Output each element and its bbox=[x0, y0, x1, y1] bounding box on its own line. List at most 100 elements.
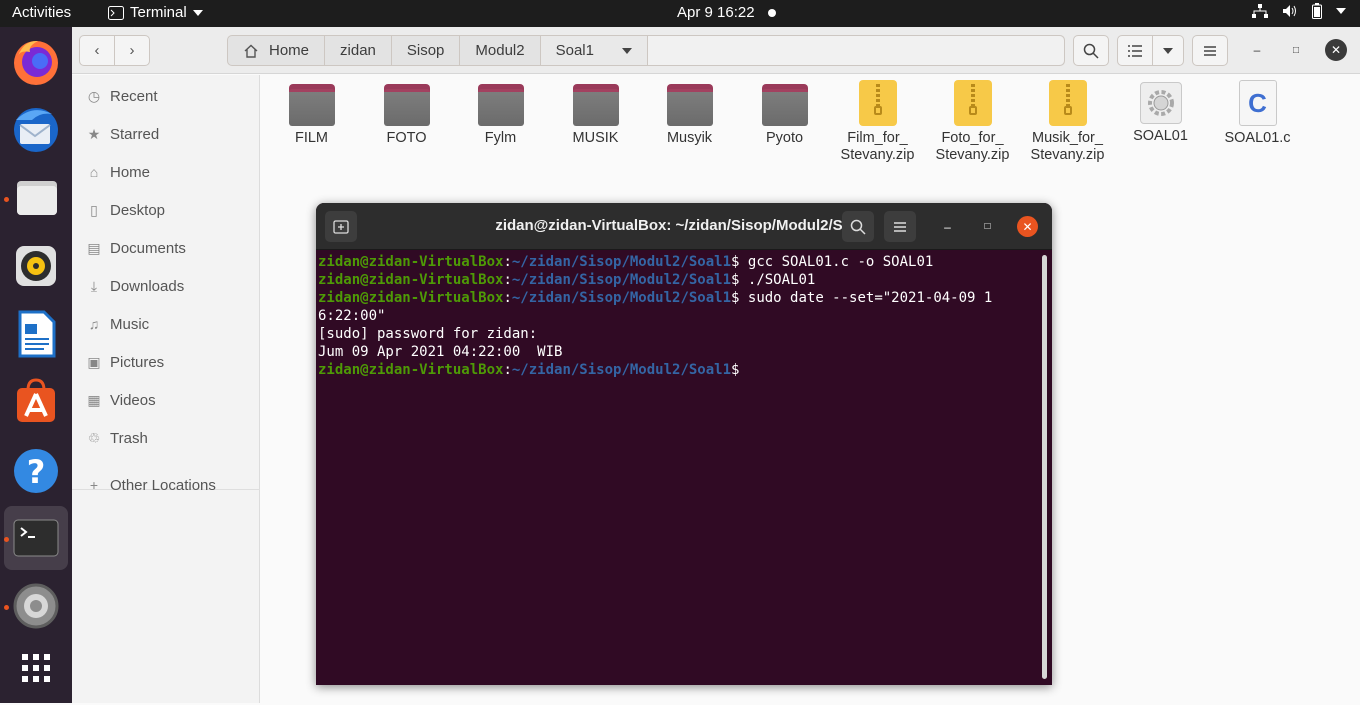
plus-icon: + bbox=[89, 477, 99, 493]
sidebar-item-home[interactable]: ⌂ Home bbox=[86, 159, 150, 185]
sidebar-item-label: Pictures bbox=[110, 353, 165, 371]
star-icon: ★ bbox=[87, 125, 101, 142]
prompt-path: ~/zidan/Sisop/Modul2/Soal1 bbox=[511, 272, 732, 288]
file-item-musik[interactable]: MUSIK bbox=[548, 80, 643, 147]
file-item-film-zip[interactable]: Film_for_ Stevany.zip bbox=[830, 80, 925, 164]
path-crumb-home[interactable]: Home bbox=[228, 36, 326, 65]
close-button[interactable]: ✕ bbox=[1325, 39, 1347, 61]
rhythmbox-dock-item[interactable] bbox=[4, 234, 68, 298]
sidebar-item-downloads[interactable]: ⤓ Downloads bbox=[86, 273, 184, 299]
prompt-user: zidan@zidan-VirtualBox bbox=[318, 362, 504, 378]
files-sidebar: ◷ Recent ★ Starred ⌂ Home ▯ Desktop ▤ Documen… bbox=[72, 75, 260, 703]
maximize-button[interactable]: □ bbox=[1285, 39, 1307, 61]
file-label: FOTO bbox=[386, 130, 427, 146]
path-bar-empty bbox=[647, 36, 1064, 65]
chevron-down-icon bbox=[621, 47, 632, 54]
path-crumb-zidan[interactable]: zidan bbox=[325, 36, 392, 65]
sidebar-item-other-locations[interactable]: + Other Locations bbox=[86, 472, 216, 498]
sidebar-item-music[interactable]: ♫ Music bbox=[86, 311, 149, 337]
app-menu[interactable]: Terminal bbox=[108, 4, 203, 21]
terminal-window[interactable]: zidan@zidan-VirtualBox: ~/zidan/Sisop/Mo… bbox=[316, 203, 1052, 685]
path-crumb-soal1[interactable]: Soal1 bbox=[540, 36, 648, 65]
settings-dock-item[interactable] bbox=[4, 574, 68, 638]
activities-button[interactable]: Activities bbox=[12, 4, 71, 21]
file-item-fylm[interactable]: Fylm bbox=[453, 80, 548, 147]
system-tray[interactable] bbox=[1252, 3, 1346, 19]
main-menu-button[interactable] bbox=[1192, 35, 1228, 66]
command-text: ./SOAL01 bbox=[747, 272, 816, 288]
trash-icon: ♲ bbox=[87, 429, 101, 446]
file-item-musik-zip[interactable]: Musik_for_ Stevany.zip bbox=[1020, 80, 1115, 164]
folder-icon bbox=[383, 84, 430, 126]
file-item-soal01[interactable]: SOAL01 bbox=[1113, 80, 1208, 145]
path-crumb-sisop[interactable]: Sisop bbox=[392, 36, 461, 65]
terminal-dock-item[interactable] bbox=[4, 506, 68, 570]
sidebar-item-label: Documents bbox=[110, 239, 186, 257]
music-icon: ♫ bbox=[88, 316, 100, 332]
settings-running-indicator bbox=[4, 605, 9, 610]
file-item-soal01-c[interactable]: C SOAL01.c bbox=[1210, 80, 1305, 147]
sidebar-item-label: Recent bbox=[110, 87, 158, 105]
command-text: gcc SOAL01.c -o SOAL01 bbox=[747, 254, 934, 270]
firefox-icon bbox=[14, 40, 58, 85]
file-item-foto-zip[interactable]: Foto_for_ Stevany.zip bbox=[925, 80, 1020, 164]
help-dock-item[interactable]: ? bbox=[4, 438, 68, 502]
network-icon bbox=[1252, 4, 1268, 18]
system-menu-chevron-icon bbox=[1336, 8, 1346, 14]
terminal-close-button[interactable]: ✕ bbox=[1017, 216, 1038, 237]
terminal-icon bbox=[13, 519, 59, 557]
file-label: SOAL01.c bbox=[1224, 130, 1291, 146]
forward-button[interactable]: › bbox=[114, 35, 150, 66]
software-center-icon bbox=[17, 378, 55, 422]
picture-icon: ▣ bbox=[87, 353, 101, 370]
prompt-path: ~/zidan/Sisop/Modul2/Soal1 bbox=[511, 362, 732, 378]
terminal-app-icon bbox=[108, 5, 124, 20]
terminal-line: zidan@zidan-VirtualBox:~/zidan/Sisop/Mod… bbox=[318, 362, 748, 378]
terminal-search-button[interactable] bbox=[842, 211, 874, 242]
back-button[interactable]: ‹ bbox=[79, 35, 115, 66]
writer-dock-item[interactable] bbox=[4, 302, 68, 366]
terminal-minimize-button[interactable]: – bbox=[937, 216, 958, 237]
terminal-scrollbar[interactable] bbox=[1042, 255, 1047, 679]
file-item-pyoto[interactable]: Pyoto bbox=[737, 80, 832, 147]
folder-icon bbox=[761, 84, 808, 126]
terminal-output[interactable]: zidan@zidan-VirtualBox:~/zidan/Sisop/Mod… bbox=[318, 253, 1040, 683]
prompt-user: zidan@zidan-VirtualBox bbox=[318, 254, 504, 270]
list-view-icon bbox=[1128, 44, 1142, 57]
close-icon: ✕ bbox=[1330, 43, 1342, 57]
software-dock-item[interactable] bbox=[4, 370, 68, 434]
show-applications-button[interactable] bbox=[4, 636, 68, 700]
minimize-button[interactable]: – bbox=[1246, 39, 1268, 61]
sidebar-item-videos[interactable]: ▦ Videos bbox=[86, 387, 155, 413]
clock[interactable]: Apr 9 16:22 bbox=[677, 4, 755, 21]
desktop-icon: ▯ bbox=[90, 201, 98, 218]
terminal-line: [sudo] password for zidan: bbox=[318, 326, 538, 342]
terminal-headerbar: zidan@zidan-VirtualBox: ~/zidan/Sisop/Mo… bbox=[316, 203, 1052, 250]
terminal-running-indicator bbox=[4, 537, 9, 542]
sidebar-item-starred[interactable]: ★ Starred bbox=[86, 121, 159, 147]
maximize-icon: □ bbox=[1292, 44, 1300, 56]
sidebar-item-label: Other Locations bbox=[110, 476, 216, 494]
file-item-film[interactable]: FILM bbox=[264, 80, 359, 147]
firefox-dock-item[interactable] bbox=[4, 30, 68, 94]
files-dock-item[interactable] bbox=[4, 166, 68, 230]
file-item-musyik[interactable]: Musyik bbox=[642, 80, 737, 147]
thunderbird-dock-item[interactable] bbox=[4, 98, 68, 162]
sidebar-item-trash[interactable]: ♲ Trash bbox=[86, 425, 148, 451]
view-options-button[interactable] bbox=[1152, 35, 1184, 66]
file-item-foto[interactable]: FOTO bbox=[359, 80, 454, 147]
view-list-button[interactable] bbox=[1117, 35, 1153, 66]
c-source-file-icon: C bbox=[1238, 80, 1277, 126]
battery-icon bbox=[1312, 3, 1322, 19]
sidebar-item-label: Music bbox=[110, 315, 150, 333]
sidebar-item-pictures[interactable]: ▣ Pictures bbox=[86, 349, 164, 375]
path-crumb-modul2[interactable]: Modul2 bbox=[460, 36, 541, 65]
search-button[interactable] bbox=[1073, 35, 1109, 66]
sidebar-item-desktop[interactable]: ▯ Desktop bbox=[86, 197, 165, 223]
zip-archive-icon bbox=[858, 80, 897, 126]
app-name: Terminal bbox=[130, 4, 187, 21]
terminal-maximize-button[interactable]: □ bbox=[977, 216, 998, 237]
sidebar-item-recent[interactable]: ◷ Recent bbox=[86, 83, 158, 109]
terminal-menu-button[interactable] bbox=[884, 211, 916, 242]
sidebar-item-documents[interactable]: ▤ Documents bbox=[86, 235, 186, 261]
